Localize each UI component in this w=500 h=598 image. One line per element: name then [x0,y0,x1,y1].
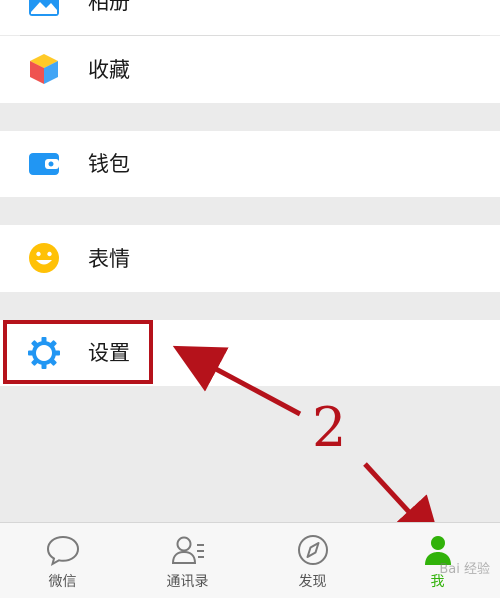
wallet-row[interactable]: 钱包 [0,131,500,197]
wallet-label: 钱包 [88,152,130,176]
contacts-icon [171,536,204,564]
tab-chats-label: 微信 [48,574,77,590]
tab-discover[interactable]: 发现 [250,523,375,598]
favorites-row[interactable]: 收藏 [0,36,500,103]
tab-chats[interactable]: 微信 [0,523,125,598]
wallet-icon [29,153,59,175]
album-label: 相册 [88,0,130,14]
favorites-label: 收藏 [88,58,130,82]
step-number: 2 [312,396,347,459]
cube-icon [30,54,58,84]
tab-discover-label: 发现 [298,574,327,590]
smiley-icon [29,243,59,273]
tab-bar: 微信 通讯录 发现 我 [0,522,500,598]
highlight-box [3,320,153,384]
tab-contacts-label: 通讯录 [166,574,209,590]
stickers-row[interactable]: 表情 [0,225,500,292]
stickers-label: 表情 [88,247,130,271]
compass-icon [297,535,328,565]
chat-bubble-icon [46,535,79,567]
watermark: Bai 经验 [439,562,490,577]
picture-icon [29,0,59,16]
tab-contacts[interactable]: 通讯录 [125,523,250,598]
album-row[interactable]: 相册 [0,0,500,35]
